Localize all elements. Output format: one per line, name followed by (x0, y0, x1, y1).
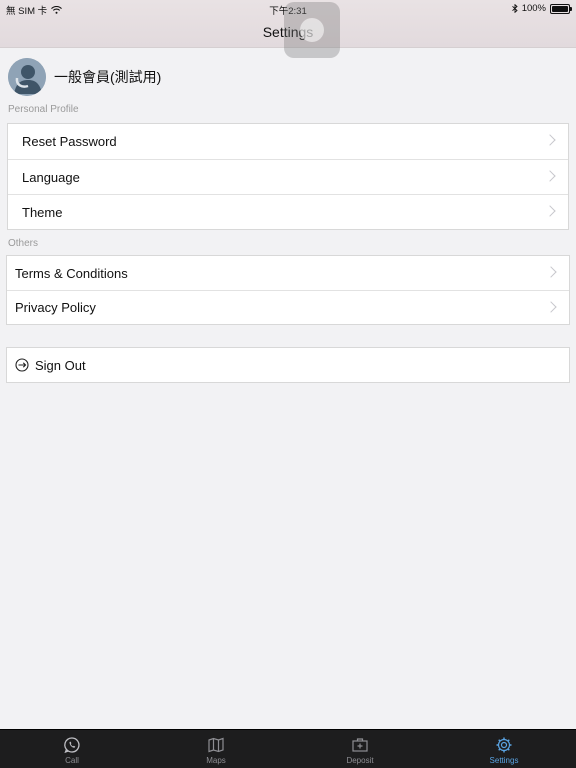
gear-icon (496, 737, 512, 753)
tab-call[interactable]: Call (0, 730, 144, 768)
chevron-right-icon (545, 266, 557, 278)
chevron-right-icon (545, 301, 557, 313)
chevron-right-icon (544, 205, 556, 217)
row-label: Reset Password (22, 134, 117, 149)
chevron-right-icon (544, 134, 556, 146)
user-profile: 一般會員(測試用) (8, 57, 161, 97)
row-label: Language (22, 169, 80, 185)
whatsapp-phone-icon (64, 737, 80, 754)
assistive-touch-button[interactable] (284, 2, 340, 58)
sign-out-icon (15, 358, 29, 372)
tab-deposit[interactable]: Deposit (288, 730, 432, 768)
privacy-policy-row[interactable]: Privacy Policy (7, 290, 569, 324)
tab-bar: Call Maps Deposit Settings (0, 729, 576, 768)
tab-label: Settings (489, 756, 519, 765)
language-row[interactable]: Language (8, 159, 568, 194)
chevron-right-icon (544, 170, 556, 182)
sign-out-button[interactable]: Sign Out (7, 348, 569, 382)
personal-profile-group: Reset Password Language Theme (7, 123, 569, 230)
battery-icon (550, 3, 572, 14)
tab-label: Maps (206, 756, 226, 765)
section-label-others: Others (8, 238, 39, 249)
bluetooth-icon (511, 4, 518, 13)
tab-settings[interactable]: Settings (432, 730, 576, 768)
battery-percent: 100% (521, 3, 546, 14)
sign-out-group: Sign Out (6, 347, 570, 383)
row-label: Privacy Policy (15, 300, 96, 315)
theme-row[interactable]: Theme (8, 194, 568, 229)
others-group: Terms & Conditions Privacy Policy (6, 255, 570, 325)
tab-label: Call (65, 756, 79, 765)
tab-label: Deposit (346, 756, 374, 765)
section-label-personal-profile: Personal Profile (8, 104, 79, 115)
row-label: Terms & Conditions (15, 265, 128, 281)
user-name: 一般會員(測試用) (54, 69, 162, 85)
deposit-box-icon (352, 738, 368, 752)
avatar (8, 58, 46, 96)
tab-maps[interactable]: Maps (144, 730, 288, 768)
sign-out-label: Sign Out (35, 357, 86, 373)
terms-conditions-row[interactable]: Terms & Conditions (7, 256, 569, 290)
row-label: Theme (22, 204, 63, 220)
user-avatar-icon (8, 58, 46, 96)
map-icon (208, 737, 224, 753)
reset-password-row[interactable]: Reset Password (8, 124, 568, 159)
